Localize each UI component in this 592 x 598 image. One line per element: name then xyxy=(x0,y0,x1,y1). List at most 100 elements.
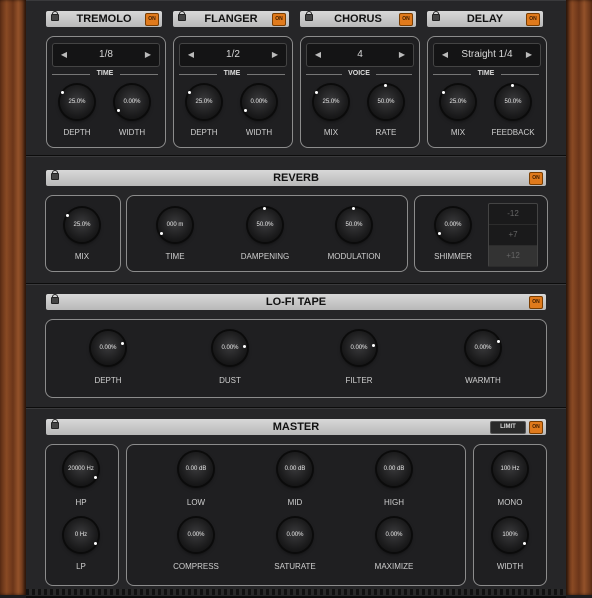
wood-side-panel-right xyxy=(566,0,592,595)
hp-label: HP xyxy=(75,498,87,507)
section-label: VOICE xyxy=(306,70,412,80)
module-title: TREMOLO xyxy=(76,13,132,25)
shimmer-knob[interactable]: 0.00% xyxy=(436,208,470,242)
compress-knob[interactable]: 0.00% xyxy=(179,518,213,552)
selector-value: 1/8 xyxy=(99,49,113,60)
dampening-label: DAMPENING xyxy=(240,252,290,261)
width-label: WIDTH xyxy=(245,128,273,137)
lock-icon[interactable] xyxy=(305,11,313,21)
shimmer-option[interactable]: -12 xyxy=(489,204,537,225)
mix-label: MIX xyxy=(74,252,90,261)
depth-label: DEPTH xyxy=(94,376,122,385)
width-knob[interactable]: 0.00% xyxy=(242,85,276,119)
power-toggle-button[interactable]: ON xyxy=(272,13,286,26)
modulation-label: MODULATION xyxy=(327,252,381,261)
shimmer-label: SHIMMER xyxy=(434,252,472,261)
selector-value: 4 xyxy=(357,49,363,60)
time-knob[interactable]: 000 m xyxy=(158,208,192,242)
feedback-label: FEEDBACK xyxy=(491,128,535,137)
lock-icon[interactable] xyxy=(178,11,186,21)
mix-knob[interactable]: 25.0% xyxy=(441,85,475,119)
mono-knob[interactable]: 100 Hz xyxy=(493,452,527,486)
section-label: TIME xyxy=(52,70,158,80)
module-title: FLANGER xyxy=(204,13,258,25)
warmth-label: WARMTH xyxy=(465,376,501,385)
rate-knob[interactable]: 50.0% xyxy=(369,84,403,119)
master-titlebar: MASTER LIMIT ON xyxy=(46,419,546,435)
lock-icon[interactable] xyxy=(432,11,440,21)
feedback-knob[interactable]: 50.0% xyxy=(496,84,530,119)
high-knob[interactable]: 0.00 dB xyxy=(377,452,411,486)
rate-label: RATE xyxy=(375,128,397,137)
modulation-knob[interactable]: 50.0% xyxy=(337,207,371,242)
lock-icon[interactable] xyxy=(51,170,59,180)
hp-knob[interactable]: 20000 Hz xyxy=(64,452,98,486)
mix-knob[interactable]: 25.0% xyxy=(314,85,348,119)
time-selector[interactable]: ◀ Straight 1/4 ▶ xyxy=(433,43,541,67)
limit-button[interactable]: LIMIT xyxy=(490,421,526,434)
shimmer-option[interactable]: +12 xyxy=(489,246,537,267)
maximize-knob[interactable]: 0.00% xyxy=(377,518,411,552)
chevron-left-icon[interactable]: ◀ xyxy=(184,44,198,66)
voice-selector[interactable]: ◀ 4 ▶ xyxy=(306,43,414,67)
low-label: LOW xyxy=(186,498,206,507)
time-selector[interactable]: ◀ 1/2 ▶ xyxy=(179,43,287,67)
selector-value: Straight 1/4 xyxy=(461,49,513,60)
lock-icon[interactable] xyxy=(51,294,59,304)
lock-icon[interactable] xyxy=(51,419,59,429)
mono-label: MONO xyxy=(497,498,523,507)
reverb-titlebar: REVERB ON xyxy=(46,170,546,186)
width-label: WIDTH xyxy=(496,562,524,571)
chevron-right-icon[interactable]: ▶ xyxy=(268,44,282,66)
module-title: CHORUS xyxy=(334,13,382,25)
chevron-right-icon[interactable]: ▶ xyxy=(522,44,536,66)
flanger-titlebar: FLANGER ON xyxy=(173,11,289,27)
time-label: TIME xyxy=(165,252,185,261)
shimmer-option[interactable]: +7 xyxy=(489,225,537,246)
warmth-knob[interactable]: 0.00% xyxy=(466,331,500,365)
dust-label: DUST xyxy=(219,376,241,385)
section-label: TIME xyxy=(433,70,539,80)
lock-icon[interactable] xyxy=(51,11,59,21)
shimmer-pitch-selector[interactable]: -12 +7 +12 xyxy=(488,203,538,267)
selector-value: 1/2 xyxy=(226,49,240,60)
power-toggle-button[interactable]: ON xyxy=(529,421,543,434)
depth-knob[interactable]: 25.0% xyxy=(60,85,94,119)
power-toggle-button[interactable]: ON xyxy=(529,172,543,185)
chevron-right-icon[interactable]: ▶ xyxy=(141,44,155,66)
section-label: TIME xyxy=(179,70,285,80)
mix-knob[interactable]: 25.0% xyxy=(65,208,99,242)
chevron-left-icon[interactable]: ◀ xyxy=(57,44,71,66)
power-toggle-button[interactable]: ON xyxy=(529,296,543,309)
dampening-knob[interactable]: 50.0% xyxy=(248,207,282,242)
depth-knob[interactable]: 25.0% xyxy=(187,85,221,119)
lp-knob[interactable]: 0 Hz xyxy=(64,518,98,552)
chevron-right-icon[interactable]: ▶ xyxy=(395,44,409,66)
width-knob[interactable]: 0.00% xyxy=(115,85,149,119)
wood-side-panel-left xyxy=(0,0,26,595)
module-title: REVERB xyxy=(273,172,319,184)
lp-label: LP xyxy=(76,562,86,571)
mid-label: MID xyxy=(287,498,303,507)
filter-label: FILTER xyxy=(345,376,373,385)
mid-knob[interactable]: 0.00 dB xyxy=(278,452,312,486)
tremolo-titlebar: TREMOLO ON xyxy=(46,11,162,27)
chorus-titlebar: CHORUS ON xyxy=(300,11,416,27)
high-label: HIGH xyxy=(384,498,404,507)
lofi-titlebar: LO-FI TAPE ON xyxy=(46,294,546,310)
chevron-left-icon[interactable]: ◀ xyxy=(311,44,325,66)
saturate-knob[interactable]: 0.00% xyxy=(278,518,312,552)
low-knob[interactable]: 0.00 dB xyxy=(179,452,213,486)
maximize-label: MAXIMIZE xyxy=(374,562,414,571)
module-title: MASTER xyxy=(272,421,320,433)
dust-knob[interactable]: 0.00% xyxy=(213,331,247,365)
depth-knob[interactable]: 0.00% xyxy=(91,331,125,365)
filter-knob[interactable]: 0.00% xyxy=(342,331,376,365)
time-selector[interactable]: ◀ 1/8 ▶ xyxy=(52,43,160,67)
power-toggle-button[interactable]: ON xyxy=(399,13,413,26)
width-knob[interactable]: 100% xyxy=(493,518,527,552)
compress-label: COMPRESS xyxy=(173,562,219,571)
power-toggle-button[interactable]: ON xyxy=(145,13,159,26)
power-toggle-button[interactable]: ON xyxy=(526,13,540,26)
chevron-left-icon[interactable]: ◀ xyxy=(438,44,452,66)
